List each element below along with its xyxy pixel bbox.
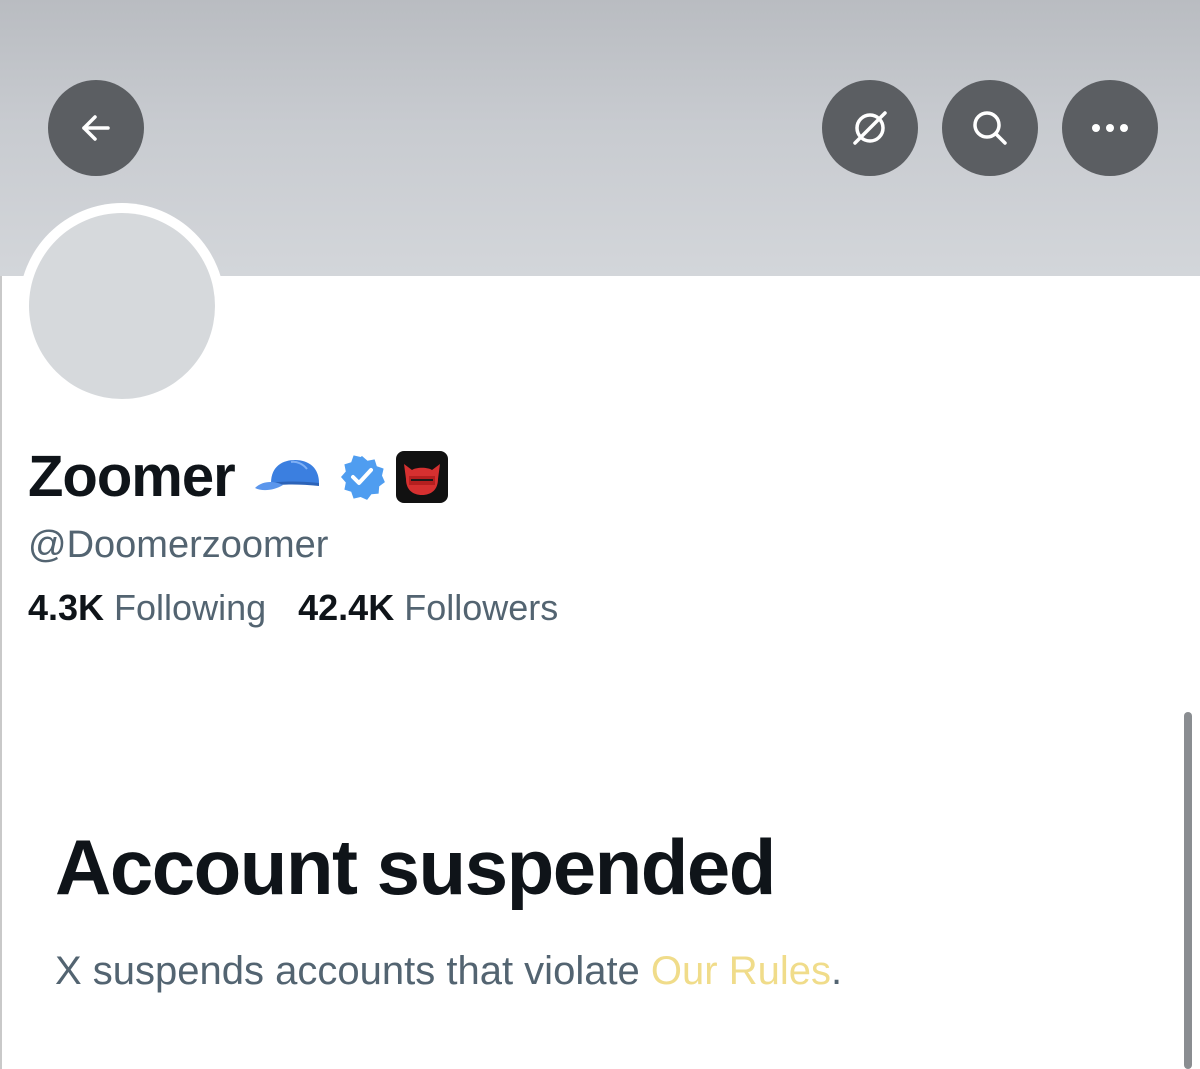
back-button[interactable] [48, 80, 144, 176]
grok-button[interactable] [822, 80, 918, 176]
suspended-description: X suspends accounts that violate Our Rul… [55, 951, 842, 991]
verified-badge-icon [340, 455, 385, 500]
blue-cap-icon [254, 460, 319, 491]
more-options-button[interactable] [1062, 80, 1158, 176]
left-border [0, 276, 2, 1069]
arrow-left-icon [82, 115, 110, 141]
our-rules-link[interactable]: Our Rules [651, 949, 831, 993]
suspended-description-text: X suspends accounts that violate [55, 949, 651, 993]
display-name: Zoomer [28, 444, 236, 509]
name-row: Zoomer [28, 440, 449, 514]
avatar[interactable] [29, 213, 215, 399]
followers-stat[interactable]: 42.4K Followers [298, 590, 558, 626]
profile-handle: @Doomerzoomer [28, 524, 329, 566]
following-stat[interactable]: 4.3K Following [28, 590, 266, 626]
more-icon [1092, 124, 1128, 132]
following-label: Following [114, 587, 267, 628]
followers-count: 42.4K [298, 587, 395, 628]
scrollbar[interactable] [1184, 712, 1192, 1069]
search-button[interactable] [942, 80, 1038, 176]
suspended-title: Account suspended [55, 823, 776, 911]
followers-label: Followers [404, 587, 559, 628]
suspended-description-period: . [830, 949, 843, 993]
affiliate-badge-icon [395, 451, 448, 503]
search-icon [973, 111, 1007, 145]
grok-icon [853, 111, 887, 145]
following-count: 4.3K [28, 587, 105, 628]
profile-stats: 4.3K Following 42.4K Followers [28, 590, 558, 626]
